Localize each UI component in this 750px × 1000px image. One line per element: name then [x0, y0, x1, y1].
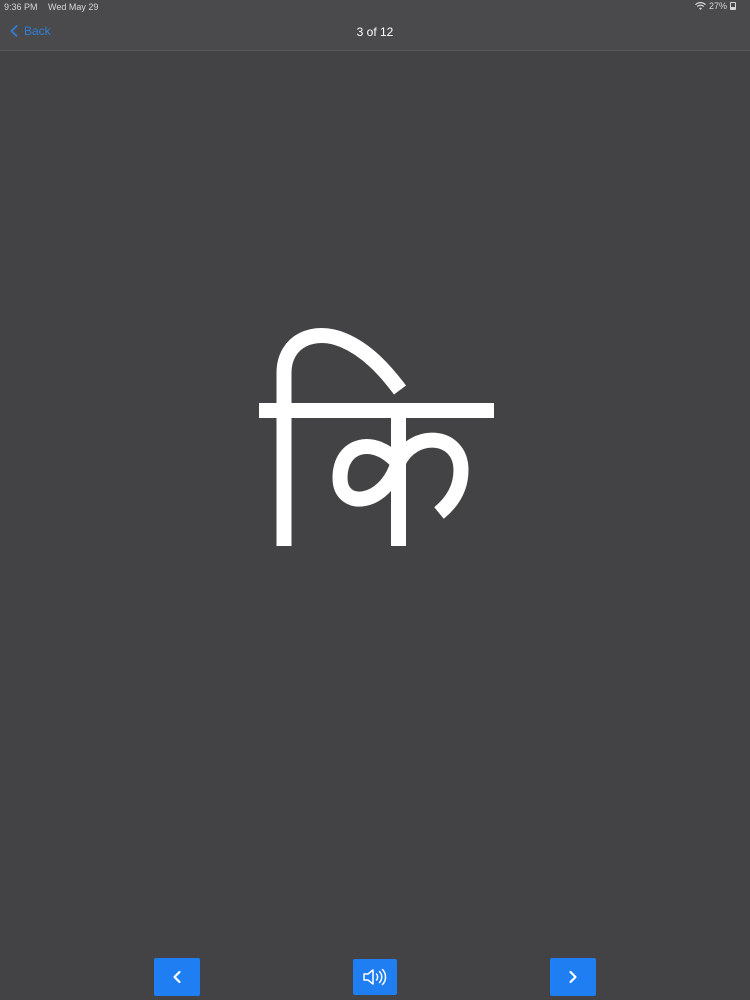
flashcard-glyph: कि	[235, 318, 515, 568]
status-time: 9:36 PM	[4, 2, 38, 12]
speaker-icon	[363, 968, 387, 986]
wifi-icon	[695, 1, 706, 10]
next-button[interactable]	[550, 958, 596, 996]
battery-icon	[730, 2, 736, 10]
chevron-left-icon	[173, 970, 181, 984]
navigation-bar: Back 3 of 12	[0, 14, 750, 51]
page-title: 3 of 12	[356, 25, 394, 39]
flashcard-screen: 9:36 PM Wed May 29 27% Back 3 of 12 कि	[0, 0, 750, 1000]
devanagari-ki-glyph: कि	[259, 328, 494, 546]
play-audio-button[interactable]	[353, 959, 397, 995]
battery-percent: 27%	[708, 1, 727, 11]
status-indicators: 27%	[695, 1, 736, 11]
previous-button[interactable]	[154, 958, 200, 996]
status-bar: 9:36 PM Wed May 29 27%	[0, 0, 750, 14]
chevron-right-icon	[569, 970, 577, 984]
status-date: Wed May 29	[48, 2, 99, 12]
